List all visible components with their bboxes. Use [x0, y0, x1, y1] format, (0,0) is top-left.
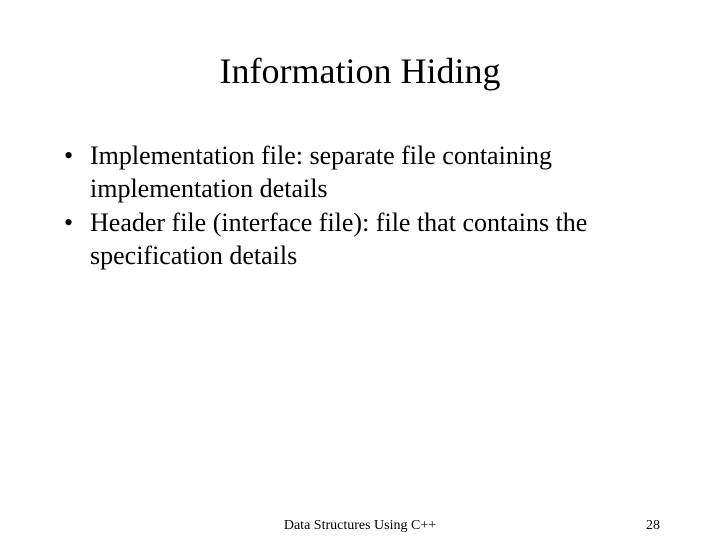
slide-title: Information Hiding [60, 50, 660, 92]
slide: Information Hiding Implementation file: … [0, 0, 720, 540]
page-number: 28 [646, 518, 660, 534]
footer-text: Data Structures Using C++ [284, 518, 436, 534]
list-item: Header file (interface file): file that … [60, 207, 660, 272]
list-item: Implementation file: separate file conta… [60, 140, 660, 205]
bullet-list: Implementation file: separate file conta… [60, 140, 660, 272]
